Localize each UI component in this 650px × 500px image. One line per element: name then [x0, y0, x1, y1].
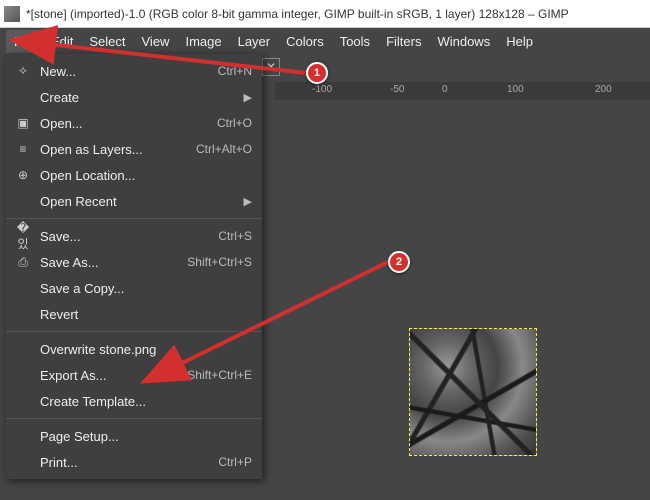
menu-help[interactable]: Help — [498, 30, 541, 53]
menu-item-revert[interactable]: Revert — [6, 301, 262, 327]
menu-item-create[interactable]: Create ▶ — [6, 84, 262, 110]
menu-file[interactable]: File — [6, 30, 43, 53]
chevron-right-icon: ▶ — [244, 195, 252, 208]
menu-item-label: Open Recent — [40, 194, 238, 209]
menu-item-label: Create Template... — [40, 394, 252, 409]
menu-item-new[interactable]: ✧ New...Ctrl+N — [6, 58, 262, 84]
menu-colors[interactable]: Colors — [278, 30, 332, 53]
menu-item-label: New... — [40, 64, 218, 79]
menu-item-label: Print... — [40, 455, 218, 470]
annotation-badge-1: 1 — [306, 62, 328, 84]
menu-separator — [6, 331, 262, 332]
menu-edit[interactable]: Edit — [43, 30, 81, 53]
menu-item-label: Revert — [40, 307, 252, 322]
menu-filters[interactable]: Filters — [378, 30, 429, 53]
menu-item-label: Open Location... — [40, 168, 252, 183]
open-as-layers-icon: ≡ — [14, 142, 32, 156]
menu-item-label: Save a Copy... — [40, 281, 252, 296]
horizontal-ruler: -100 -50 0 100 200 — [275, 82, 650, 100]
menu-tools[interactable]: Tools — [332, 30, 378, 53]
menu-item-label: Overwrite stone.png — [40, 342, 252, 357]
window-titlebar: *[stone] (imported)-1.0 (RGB color 8-bit… — [0, 0, 650, 28]
menu-item-accel: Shift+Ctrl+E — [187, 368, 252, 382]
save-icon: �있 — [14, 221, 32, 252]
menu-item-label: Create — [40, 90, 238, 105]
ruler-tick: 0 — [442, 84, 448, 95]
ruler-tick: -50 — [390, 84, 404, 95]
menu-image[interactable]: Image — [177, 30, 229, 53]
menu-item-accel: Shift+Ctrl+S — [187, 255, 252, 269]
menu-item-open-as-layers[interactable]: ≡ Open as Layers...Ctrl+Alt+O — [6, 136, 262, 162]
close-icon[interactable]: ✕ — [262, 58, 280, 76]
menu-item-accel: Ctrl+N — [218, 64, 252, 78]
menu-item-accel: Ctrl+Alt+O — [196, 142, 252, 156]
menu-view[interactable]: View — [134, 30, 178, 53]
new-icon: ✧ — [14, 64, 32, 78]
ruler-tick: 200 — [595, 84, 612, 95]
menu-item-label: Save As... — [40, 255, 187, 270]
menu-separator — [6, 418, 262, 419]
menu-item-page-setup[interactable]: Page Setup... — [6, 423, 262, 449]
file-menu-dropdown: ✧ New...Ctrl+N Create ▶ ▣ Open...Ctrl+O ≡ Open … — [6, 54, 262, 479]
menu-item-open-location[interactable]: ⊕ Open Location... — [6, 162, 262, 188]
menu-item-save[interactable]: �있 Save...Ctrl+S — [6, 223, 262, 249]
menu-windows[interactable]: Windows — [429, 30, 498, 53]
menu-item-open-recent[interactable]: Open Recent ▶ — [6, 188, 262, 214]
menu-item-open[interactable]: ▣ Open...Ctrl+O — [6, 110, 262, 136]
menu-layer[interactable]: Layer — [230, 30, 279, 53]
menu-item-create-template[interactable]: Create Template... — [6, 388, 262, 414]
ruler-tick: -100 — [312, 84, 332, 95]
menu-item-label: Open... — [40, 116, 217, 131]
menu-item-overwrite-stone-png[interactable]: Overwrite stone.png — [6, 336, 262, 362]
window-title: *[stone] (imported)-1.0 (RGB color 8-bit… — [26, 7, 569, 21]
menu-item-label: Save... — [40, 229, 218, 244]
menu-separator — [6, 218, 262, 219]
ruler-tick: 100 — [507, 84, 524, 95]
menu-item-label: Page Setup... — [40, 429, 252, 444]
annotation-badge-2: 2 — [388, 251, 410, 273]
chevron-right-icon: ▶ — [244, 91, 252, 104]
open-icon: ▣ — [14, 116, 32, 130]
menu-item-print[interactable]: Print...Ctrl+P — [6, 449, 262, 475]
menu-item-accel: Ctrl+O — [217, 116, 252, 130]
menu-item-label: Open as Layers... — [40, 142, 196, 157]
save-as-icon: ⎙ — [14, 255, 32, 270]
app-icon — [4, 6, 20, 22]
menu-item-save-a-copy[interactable]: Save a Copy... — [6, 275, 262, 301]
menu-item-save-as[interactable]: ⎙ Save As...Shift+Ctrl+S — [6, 249, 262, 275]
open-location-icon: ⊕ — [14, 168, 32, 182]
menu-item-label: Export As... — [40, 368, 187, 383]
menu-select[interactable]: Select — [81, 30, 133, 53]
menu-item-export-as[interactable]: Export As...Shift+Ctrl+E — [6, 362, 262, 388]
menu-item-accel: Ctrl+P — [218, 455, 252, 469]
menu-item-accel: Ctrl+S — [218, 229, 252, 243]
canvas-image[interactable] — [409, 328, 537, 456]
menubar: FileEditSelectViewImageLayerColorsToolsF… — [0, 28, 650, 54]
